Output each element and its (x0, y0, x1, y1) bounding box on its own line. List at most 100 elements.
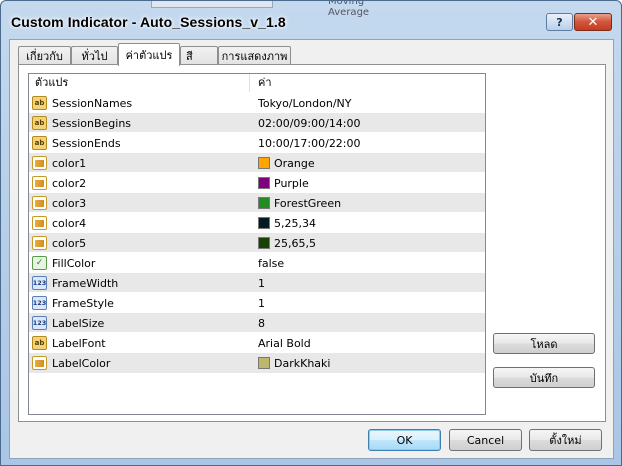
parameter-value-cell[interactable]: Tokyo/London/NY (258, 93, 483, 113)
parameter-name: FillColor (52, 256, 96, 270)
parameter-name-cell[interactable]: ab SessionNames (29, 93, 250, 113)
parameter-name: color3 (52, 196, 87, 210)
parameter-name-cell[interactable]: 123 FrameWidth (29, 273, 250, 293)
table-row[interactable]: 123 LabelSize 8 (29, 312, 485, 333)
parameter-value-cell[interactable]: false (258, 253, 483, 273)
parameter-name-cell[interactable]: color5 (29, 233, 250, 253)
close-button[interactable]: ✕ (574, 13, 612, 31)
tab-visualization[interactable]: การแสดงภาพ (218, 46, 291, 65)
parameter-name: LabelSize (52, 316, 105, 330)
reset-button[interactable]: ตั้งใหม่ (529, 429, 602, 451)
integer-type-icon: 123 (32, 296, 47, 310)
parameter-value: ForestGreen (274, 196, 342, 210)
parameter-value-cell[interactable]: Purple (258, 173, 483, 193)
save-button[interactable]: บันทึก (493, 367, 595, 388)
table-row[interactable]: color1 Orange (29, 152, 485, 173)
table-row[interactable]: color3 ForestGreen (29, 192, 485, 213)
parameter-name: FrameStyle (52, 296, 114, 310)
column-header-variable[interactable]: ตัวแปร (29, 74, 250, 92)
cancel-button[interactable]: Cancel (449, 429, 522, 451)
table-row[interactable]: LabelColor DarkKhaki (29, 352, 485, 373)
load-button[interactable]: โหลด (493, 333, 595, 354)
parameter-value: DarkKhaki (274, 356, 331, 370)
color-type-icon (32, 216, 47, 230)
parameter-value: Orange (274, 156, 315, 170)
parameter-name: FrameWidth (52, 276, 119, 290)
tab-about[interactable]: เกี่ยวกับ (18, 46, 71, 65)
parameter-value-cell[interactable]: 25,65,5 (258, 233, 483, 253)
parameter-value: 1 (258, 296, 265, 310)
parameter-value-cell[interactable]: ForestGreen (258, 193, 483, 213)
table-row[interactable]: color5 25,65,5 (29, 232, 485, 253)
table-row[interactable]: ✓ FillColor false (29, 252, 485, 273)
boolean-type-icon: ✓ (32, 256, 47, 270)
parameter-name: color1 (52, 156, 87, 170)
table-row[interactable]: color2 Purple (29, 172, 485, 193)
parameter-name-cell[interactable]: color4 (29, 213, 250, 233)
parameter-name-cell[interactable]: color3 (29, 193, 250, 213)
parameter-value-cell[interactable]: 1 (258, 293, 483, 313)
parameters-grid: ตัวแปร ค่า ab SessionNames Tokyo/London/NY… (28, 73, 486, 415)
parameter-value: 25,65,5 (274, 236, 316, 250)
parameter-name-cell[interactable]: ab LabelFont (29, 333, 250, 353)
parameter-name-cell[interactable]: LabelColor (29, 353, 250, 373)
parameter-value-cell[interactable]: Orange (258, 153, 483, 173)
parameter-name: SessionEnds (52, 136, 121, 150)
parameter-value-cell[interactable]: DarkKhaki (258, 353, 483, 373)
color-type-icon (32, 196, 47, 210)
table-row[interactable]: ab SessionBegins 02:00/09:00/14:00 (29, 112, 485, 133)
parameter-value: 10:00/17:00/22:00 (258, 136, 361, 150)
string-type-icon: ab (32, 136, 47, 150)
tab-colors[interactable]: สี (180, 46, 218, 65)
color-type-icon (32, 176, 47, 190)
tab-inputs[interactable]: ค่าตัวแปร (118, 43, 180, 66)
parameter-value-cell[interactable]: 5,25,34 (258, 213, 483, 233)
tab-common[interactable]: ทั่วไป (71, 46, 118, 65)
table-row[interactable]: ab SessionEnds 10:00/17:00/22:00 (29, 132, 485, 153)
parameter-value-cell[interactable]: 02:00/09:00/14:00 (258, 113, 483, 133)
parameter-value-cell[interactable]: Arial Bold (258, 333, 483, 353)
dialog-window: Moving Average Custom Indicator - Auto_S… (0, 0, 622, 466)
parameter-value: Tokyo/London/NY (258, 96, 352, 110)
parameter-name-cell[interactable]: ✓ FillColor (29, 253, 250, 273)
parameter-value-cell[interactable]: 8 (258, 313, 483, 333)
parameter-name-cell[interactable]: ab SessionEnds (29, 133, 250, 153)
parameter-value: Purple (274, 176, 309, 190)
help-button[interactable]: ? (546, 13, 573, 31)
table-row[interactable]: ab SessionNames Tokyo/London/NY (29, 92, 485, 113)
parameter-name: color2 (52, 176, 87, 190)
parameter-name: color4 (52, 216, 87, 230)
color-type-icon (32, 356, 47, 370)
table-row[interactable]: 123 FrameWidth 1 (29, 272, 485, 293)
color-swatch (258, 217, 270, 229)
string-type-icon: ab (32, 336, 47, 350)
color-swatch (258, 237, 270, 249)
background-window-fragment: Moving Average (151, 1, 369, 18)
parameter-value-cell[interactable]: 10:00/17:00/22:00 (258, 133, 483, 153)
string-type-icon: ab (32, 96, 47, 110)
table-row[interactable]: ab LabelFont Arial Bold (29, 332, 485, 353)
parameter-name-cell[interactable]: 123 FrameStyle (29, 293, 250, 313)
parameter-value: Arial Bold (258, 336, 311, 350)
color-type-icon (32, 236, 47, 250)
table-row[interactable]: 123 FrameStyle 1 (29, 292, 485, 313)
parameter-name-cell[interactable]: color2 (29, 173, 250, 193)
integer-type-icon: 123 (32, 316, 47, 330)
parameter-value-cell[interactable]: 1 (258, 273, 483, 293)
parameter-name-cell[interactable]: 123 LabelSize (29, 313, 250, 333)
tab-panel-inputs: ตัวแปร ค่า ab SessionNames Tokyo/London/NY… (18, 64, 606, 422)
integer-type-icon: 123 (32, 276, 47, 290)
column-header-value[interactable]: ค่า (250, 74, 485, 92)
parameter-name-cell[interactable]: ab SessionBegins (29, 113, 250, 133)
window-title: Custom Indicator - Auto_Sessions_v_1.8 (11, 14, 286, 30)
parameter-name: SessionBegins (52, 116, 132, 130)
parameter-value: 02:00/09:00/14:00 (258, 116, 361, 130)
ok-button[interactable]: OK (368, 429, 441, 451)
parameter-name: LabelColor (52, 356, 111, 370)
parameter-name-cell[interactable]: color1 (29, 153, 250, 173)
parameter-value: 1 (258, 276, 265, 290)
background-window-text: Moving Average (328, 0, 370, 18)
parameter-value: 8 (258, 316, 265, 330)
table-row[interactable]: color4 5,25,34 (29, 212, 485, 233)
title-bar[interactable]: Moving Average Custom Indicator - Auto_S… (1, 1, 621, 39)
